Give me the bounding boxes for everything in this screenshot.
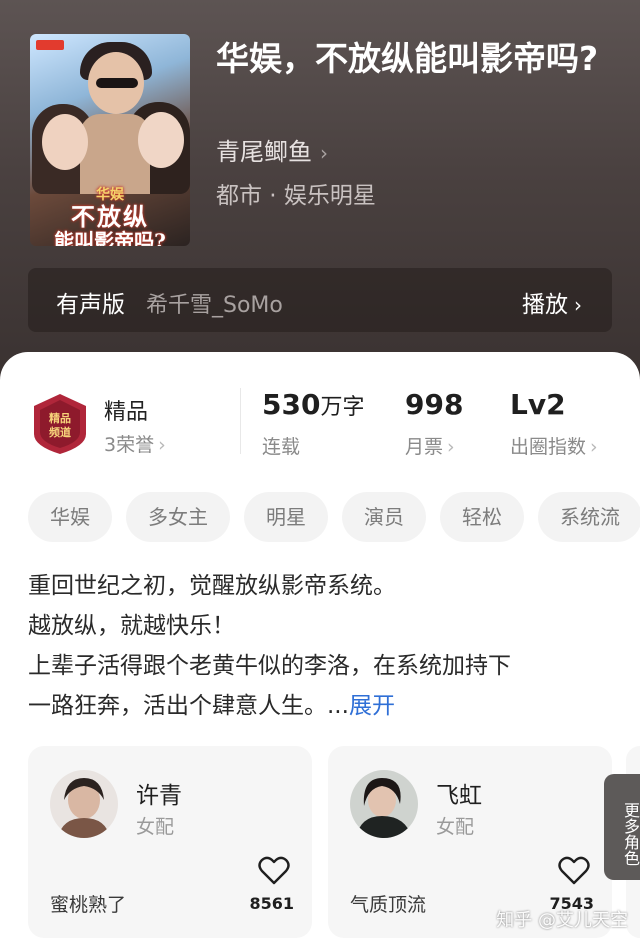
svg-text:频道: 频道 — [49, 425, 71, 439]
tag-list: 华娱 多女主 明星 演员 轻松 系统流 — [28, 492, 640, 542]
character-avatar — [50, 770, 118, 838]
synopsis-line: 一路狂奔，活出个肆意人生。... — [28, 693, 349, 719]
synopsis: 重回世纪之初，觉醒放纵影帝系统。 越放纵，就越快乐！ 上辈子活得跟个老黄牛似的李… — [28, 566, 618, 726]
character-role: 女配 — [136, 816, 175, 838]
character-role: 女配 — [436, 816, 475, 838]
audio-label: 有声版 — [56, 292, 125, 318]
cover-title: 华娱 不放纵 能叫影帝吗? — [30, 184, 190, 246]
chevron-right-icon: › — [574, 293, 582, 317]
expand-link[interactable]: 展开 — [349, 693, 395, 719]
honor-link[interactable]: 3荣誉 › — [104, 430, 166, 457]
svg-text:精品: 精品 — [49, 411, 71, 425]
cover-publisher-badge — [36, 40, 64, 50]
tag-chip[interactable]: 华娱 — [28, 492, 112, 542]
audio-version-bar[interactable]: 有声版 希千雪_SoMo 播放 › — [28, 268, 612, 332]
heart-icon[interactable] — [258, 856, 290, 886]
tag-chip[interactable]: 多女主 — [126, 492, 230, 542]
monthly-ticket-value: 998 — [405, 388, 464, 421]
author-name: 青尾鲫鱼 — [216, 138, 312, 166]
synopsis-line: 越放纵，就越快乐！ — [28, 613, 235, 639]
monthly-ticket-link[interactable]: 月票 › — [405, 432, 455, 459]
more-roles-button[interactable]: 更多角色 — [604, 774, 640, 880]
tag-chip[interactable]: 系统流 — [538, 492, 640, 542]
synopsis-last-line: 一路狂奔，活出个肆意人生。...展开 — [28, 686, 618, 726]
cover-face-left — [42, 114, 88, 170]
audio-narrator: 希千雪_SoMo — [146, 293, 283, 318]
book-category: 都市 · 娱乐明星 — [216, 183, 376, 209]
character-name: 飞虹 — [436, 783, 482, 809]
watermark: 知乎 @艾儿天空 — [496, 910, 628, 931]
play-label: 播放 — [522, 292, 568, 318]
author-link[interactable]: 青尾鲫鱼 › — [216, 132, 328, 167]
chevron-right-icon: › — [447, 436, 455, 458]
chevron-right-icon: › — [320, 141, 328, 165]
character-card[interactable]: 许青 女配 蜜桃熟了 8561 — [28, 746, 312, 938]
word-count-unit: 万字 — [320, 395, 365, 420]
word-count-number: 530 — [262, 388, 321, 421]
cover-figure-center — [80, 114, 150, 194]
breakout-index-value: Lv2 — [510, 388, 566, 421]
chevron-right-icon: › — [158, 434, 166, 456]
breakout-index-link[interactable]: 出圈指数 › — [510, 432, 598, 459]
heart-icon[interactable] — [558, 856, 590, 886]
character-avatar — [350, 770, 418, 838]
quality-seal-icon[interactable]: 精品 频道 — [30, 392, 90, 456]
serial-status: 连载 — [262, 436, 301, 458]
cover-face-right — [138, 112, 184, 168]
tag-chip[interactable]: 演员 — [342, 492, 426, 542]
like-count: 8561 — [249, 894, 294, 913]
monthly-ticket-label: 月票 — [405, 436, 444, 458]
chevron-right-icon: › — [590, 436, 598, 458]
breakout-index-label: 出圈指数 — [510, 436, 587, 458]
play-button[interactable]: 播放 › — [522, 285, 582, 319]
honor-count: 3荣誉 — [104, 434, 155, 456]
tag-chip[interactable]: 明星 — [244, 492, 328, 542]
cover-title-line1: 不放纵 — [71, 202, 149, 231]
cover-title-line0: 华娱 — [96, 187, 124, 203]
synopsis-line: 上辈子活得跟个老黄牛似的李洛，在系统加持下 — [28, 653, 511, 679]
tag-chip[interactable]: 轻松 — [440, 492, 524, 542]
synopsis-line: 重回世纪之初，觉醒放纵影帝系统。 — [28, 573, 396, 599]
quality-label: 精品 — [104, 400, 149, 425]
word-count-value: 530万字 — [262, 388, 364, 421]
character-description: 气质顶流 — [350, 894, 427, 916]
book-cover-image[interactable]: 华娱 不放纵 能叫影帝吗? — [30, 34, 190, 246]
character-name: 许青 — [136, 783, 182, 809]
stats-divider — [240, 388, 241, 454]
cover-sunglasses — [96, 78, 138, 88]
cover-title-line2: 能叫影帝吗? — [54, 229, 166, 246]
book-title: 华娱，不放纵能叫影帝吗? — [216, 39, 599, 78]
character-description: 蜜桃熟了 — [50, 894, 127, 916]
